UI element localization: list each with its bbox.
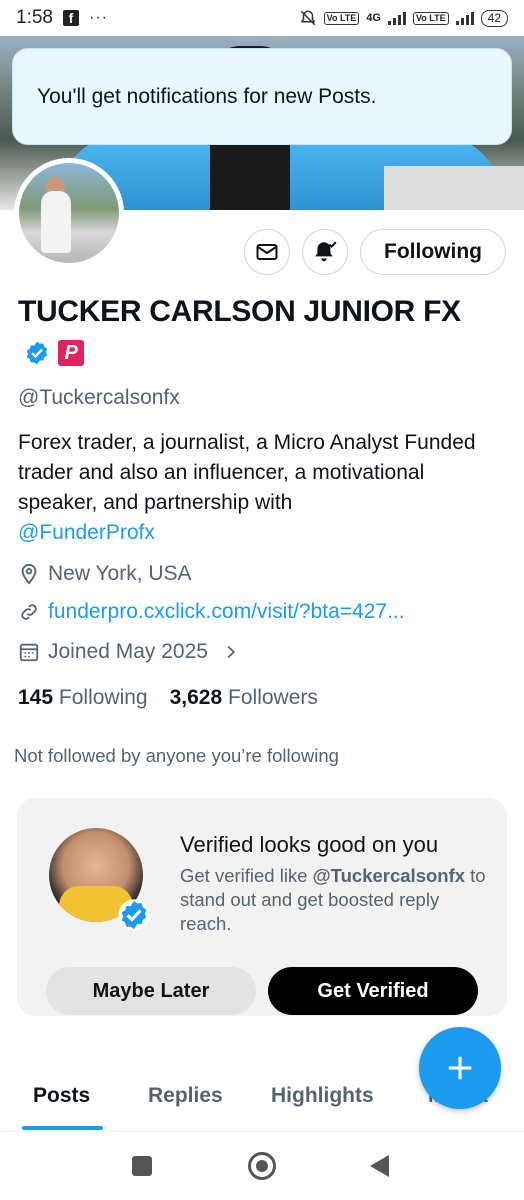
battery-icon: 42 (480, 9, 508, 27)
maybe-later-label: Maybe Later (92, 979, 210, 1002)
network-type: 4G (366, 12, 381, 24)
bio-mention-link[interactable]: @FunderProfx (18, 518, 498, 548)
verified-badge-icon-large (118, 899, 150, 931)
followers-label: Followers (228, 686, 318, 709)
system-nav-bar (0, 1134, 524, 1200)
calendar-icon (19, 643, 39, 662)
link-icon (21, 604, 37, 620)
volte-icon: Vo LTE (323, 11, 360, 25)
website-link[interactable]: funderpro.cxclick.com/visit/?bta=427... (48, 600, 405, 624)
profile-bio: Forex trader, a journalist, a Micro Anal… (18, 428, 498, 548)
tab-replies[interactable]: Replies (148, 1084, 223, 1108)
chevron-right-icon (227, 645, 235, 659)
toast-text: You'll get notifications for new Posts. (37, 84, 377, 108)
profile-name-text: TUCKER CARLSON JUNIOR FX (18, 295, 461, 328)
status-time: 1:58 (16, 7, 53, 28)
follow-counts: 145 Following 3,628 Followers (18, 686, 318, 710)
following-count: 145 (18, 686, 54, 709)
message-button[interactable] (244, 229, 290, 275)
promo-title: Verified looks good on you (180, 832, 439, 857)
location-row: New York, USA (18, 562, 192, 586)
compose-post-button[interactable] (419, 1027, 501, 1109)
profile-name: TUCKER CARLSON JUNIOR FX P (18, 292, 488, 372)
maybe-later-button[interactable]: Maybe Later (46, 967, 256, 1015)
following-button[interactable]: Following (360, 229, 506, 275)
tab-highlights[interactable]: Highlights (271, 1084, 374, 1108)
promo-description: Get verified like @Tuckercalsonfx to sta… (180, 864, 490, 936)
following-count-link[interactable]: 145 Following (18, 686, 148, 710)
following-label: Following (58, 686, 148, 709)
volte-icon-2: Vo LTE (412, 11, 449, 25)
banner-road (384, 166, 524, 210)
back-button[interactable] (370, 1155, 389, 1177)
mail-icon (256, 244, 278, 260)
status-bar: 1:58 f ··· Vo LTE 4G Vo LTE 42 (0, 0, 524, 36)
bell-check-icon (315, 241, 337, 262)
website-row[interactable]: funderpro.cxclick.com/visit/?bta=427... (18, 600, 405, 624)
followers-count: 3,628 (169, 686, 223, 709)
active-tab-indicator (22, 1126, 103, 1130)
joined-row[interactable]: Joined May 2025 (18, 640, 242, 664)
verified-promo-card: Verified looks good on you Get verified … (17, 798, 507, 1016)
verified-badge-icon[interactable] (24, 340, 50, 366)
bio-text: Forex trader, a journalist, a Micro Anal… (18, 431, 476, 514)
get-verified-label: Get Verified (317, 979, 429, 1002)
more-notifications-icon: ··· (88, 9, 108, 26)
affiliate-badge-icon[interactable]: P (58, 340, 84, 367)
tab-posts[interactable]: Posts (33, 1084, 90, 1108)
notification-toast: You'll get notifications for new Posts. (12, 48, 512, 145)
location-text: New York, USA (48, 562, 192, 585)
followers-count-link[interactable]: 3,628 Followers (170, 686, 318, 710)
following-button-label: Following (384, 240, 482, 263)
recent-apps-button[interactable] (132, 1156, 152, 1176)
home-button[interactable] (248, 1152, 276, 1180)
promo-desc-handle: @Tuckercalsonfx (312, 865, 466, 886)
location-pin-icon (21, 563, 37, 585)
not-followed-text: Not followed by anyone you’re following (14, 745, 339, 766)
profile-handle: @Tuckercalsonfx (18, 386, 180, 409)
joined-text: Joined May 2025 (48, 640, 208, 663)
profile-avatar[interactable] (14, 158, 124, 268)
avatar-body (41, 191, 71, 253)
get-verified-button[interactable]: Get Verified (268, 967, 478, 1015)
facebook-notification-icon: f (62, 10, 79, 26)
signal-icon-2 (455, 11, 474, 25)
mute-icon (300, 10, 315, 26)
signal-icon (387, 11, 406, 25)
promo-desc-prefix: Get verified like (180, 865, 313, 886)
plus-icon (448, 1056, 472, 1080)
notifications-button[interactable] (302, 229, 348, 275)
